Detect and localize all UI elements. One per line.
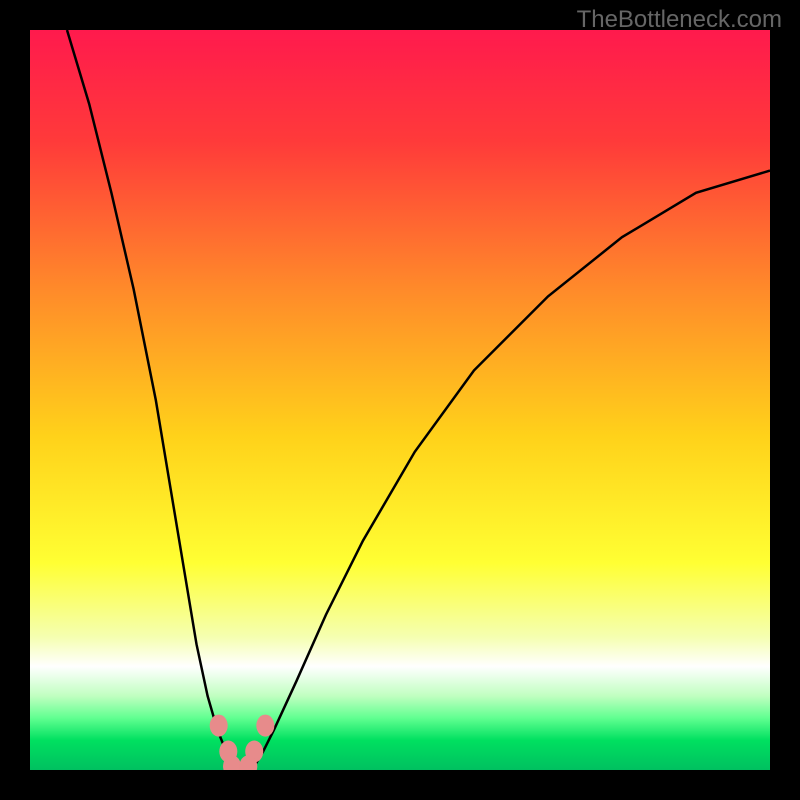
- dot-left-upper: [210, 715, 228, 737]
- dot-right-upper: [256, 715, 274, 737]
- series-left-branch: [67, 30, 234, 770]
- series-right-branch: [252, 171, 770, 770]
- curve-layer: [30, 30, 770, 770]
- watermark-text: TheBottleneck.com: [577, 6, 782, 34]
- plot-area: [30, 30, 770, 770]
